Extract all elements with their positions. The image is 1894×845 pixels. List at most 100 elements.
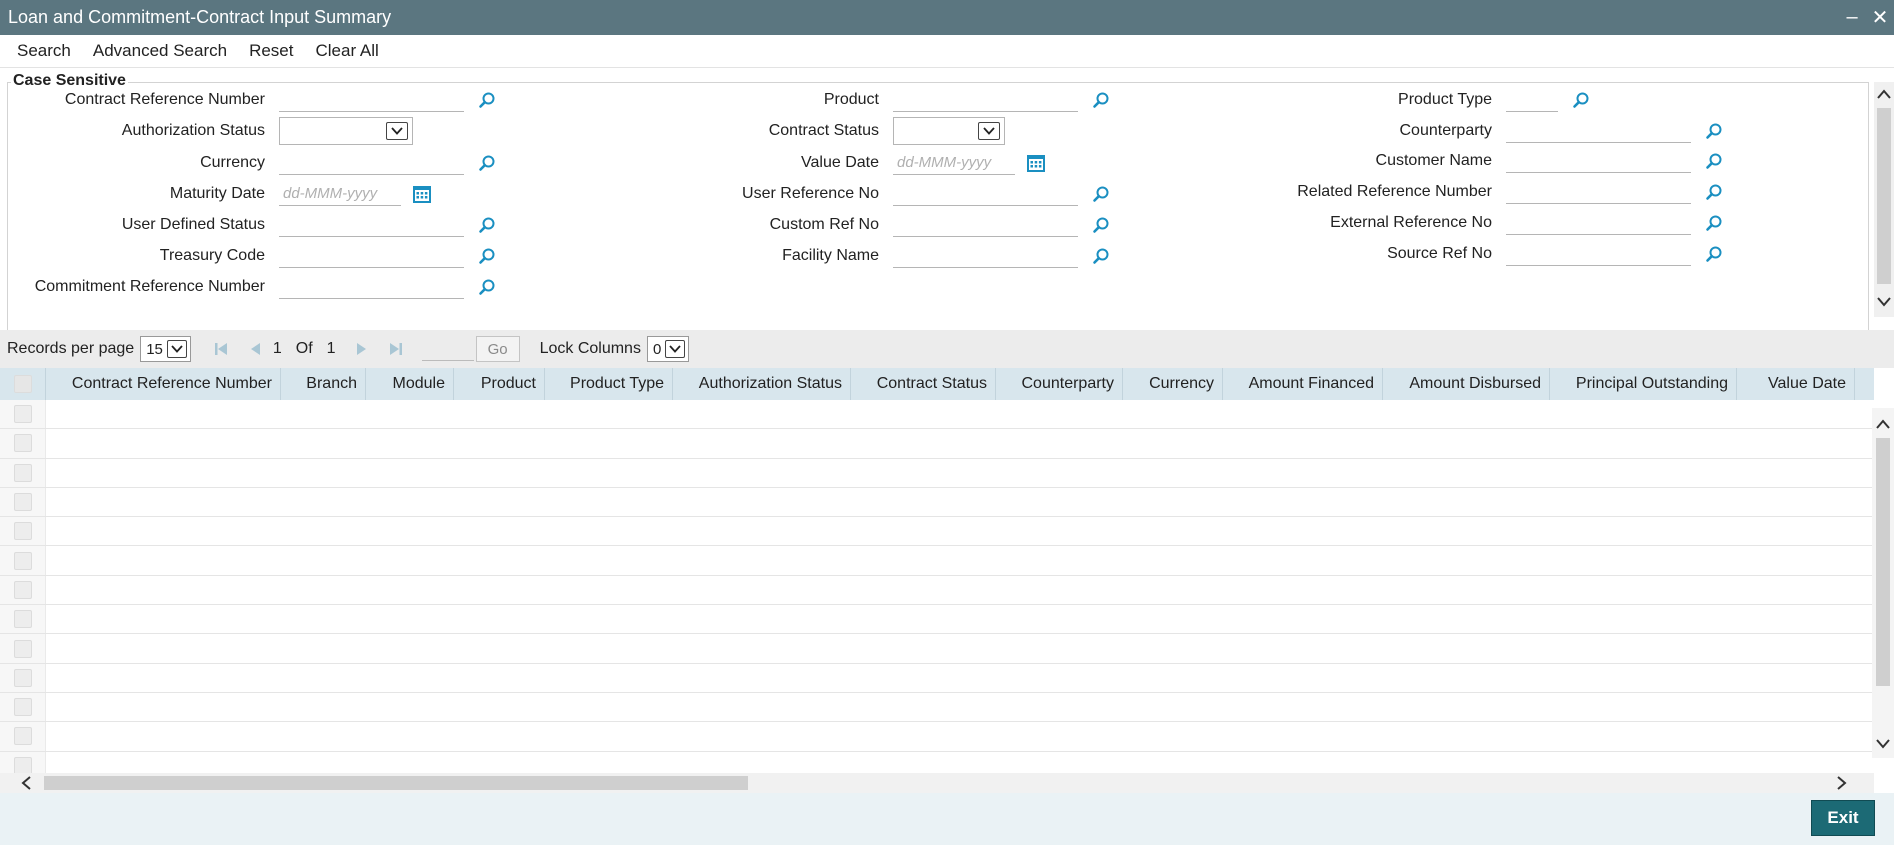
table-row[interactable] (0, 400, 1872, 430)
column-header[interactable]: Counterparty (996, 368, 1123, 400)
search-icon[interactable] (476, 214, 498, 236)
scrollbar-thumb[interactable] (1877, 108, 1891, 284)
table-row[interactable] (0, 634, 1872, 664)
commitment-ref-input[interactable] (279, 275, 464, 299)
search-icon[interactable] (1703, 120, 1725, 142)
related-ref-input[interactable] (1506, 180, 1691, 204)
counterparty-input[interactable] (1506, 119, 1691, 143)
row-checkbox[interactable] (13, 610, 32, 629)
column-header[interactable]: Principal Outstanding (1550, 368, 1737, 400)
select-all-checkbox[interactable] (13, 375, 32, 393)
auth-status-select[interactable] (279, 117, 413, 145)
row-checkbox[interactable] (13, 756, 32, 775)
search-icon[interactable] (1703, 212, 1725, 234)
column-header[interactable]: Module (366, 368, 454, 400)
user-ref-no-input[interactable] (893, 182, 1078, 206)
currency-input[interactable] (279, 151, 464, 175)
row-checkbox[interactable] (13, 463, 32, 482)
scrollbar-thumb[interactable] (1876, 438, 1890, 686)
product-input[interactable] (893, 88, 1078, 112)
chevron-down-icon (665, 340, 686, 358)
reset-button[interactable]: Reset (238, 41, 304, 61)
lock-columns-select[interactable]: 0 (646, 336, 690, 362)
treasury-code-input[interactable] (279, 244, 464, 268)
table-row[interactable] (0, 663, 1872, 693)
product-type-input[interactable] (1506, 88, 1558, 112)
calendar-icon[interactable] (1025, 152, 1047, 174)
exit-button[interactable]: Exit (1811, 800, 1875, 836)
search-icon[interactable] (476, 276, 498, 298)
row-checkbox[interactable] (13, 493, 32, 512)
records-per-page-select[interactable]: 15 (140, 336, 191, 362)
table-row[interactable] (0, 575, 1872, 606)
table-row[interactable] (0, 722, 1872, 752)
column-header[interactable]: Amount Disbursed (1383, 368, 1550, 400)
row-checkbox[interactable] (13, 698, 32, 717)
search-icon[interactable] (476, 89, 498, 111)
scrollbar-thumb[interactable] (44, 776, 748, 790)
row-counterparty: Counterparty (1100, 119, 1725, 143)
table-row[interactable] (0, 751, 1872, 775)
facility-name-input[interactable] (893, 244, 1078, 268)
column-header[interactable]: Branch (281, 368, 366, 400)
source-ref-input[interactable] (1506, 242, 1691, 266)
contract-status-select[interactable] (893, 117, 1005, 145)
table-row[interactable] (0, 429, 1872, 459)
row-checkbox[interactable] (13, 434, 32, 453)
go-button[interactable]: Go (475, 336, 520, 362)
grid-vertical-scrollbar[interactable] (1872, 408, 1894, 758)
search-icon[interactable] (476, 152, 498, 174)
column-header[interactable]: Currency (1123, 368, 1223, 400)
table-row[interactable] (0, 692, 1872, 723)
clear-all-button[interactable]: Clear All (305, 41, 390, 61)
column-header[interactable]: Contract Status (851, 368, 996, 400)
chevron-up-icon[interactable] (1876, 86, 1892, 102)
column-header[interactable]: Value Date (1737, 368, 1855, 400)
table-row[interactable] (0, 487, 1872, 518)
chevron-up-icon[interactable] (1875, 416, 1891, 432)
row-checkbox[interactable] (13, 639, 32, 658)
search-icon[interactable] (1703, 150, 1725, 172)
previous-page-icon[interactable] (245, 339, 265, 359)
row-checkbox[interactable] (13, 522, 32, 541)
row-checkbox[interactable] (13, 727, 32, 746)
custom-ref-no-input[interactable] (893, 213, 1078, 237)
column-header[interactable]: Amount Financed (1223, 368, 1383, 400)
external-ref-input[interactable] (1506, 211, 1691, 235)
minimize-button[interactable]: ‒ (1838, 6, 1866, 29)
customer-name-input[interactable] (1506, 149, 1691, 173)
table-row[interactable] (0, 605, 1872, 635)
page-number-input[interactable] (421, 337, 474, 361)
search-panel-scrollbar[interactable] (1874, 82, 1894, 317)
table-row[interactable] (0, 546, 1872, 576)
close-button[interactable]: ✕ (1866, 5, 1894, 30)
search-icon[interactable] (1703, 243, 1725, 265)
row-checkbox[interactable] (13, 405, 32, 424)
chevron-down-icon[interactable] (1876, 294, 1892, 310)
column-header[interactable]: Contract Reference Number (46, 368, 281, 400)
table-row[interactable] (0, 458, 1872, 488)
search-icon[interactable] (1570, 89, 1592, 111)
grid-horizontal-scrollbar[interactable] (0, 773, 1874, 793)
table-row[interactable] (0, 517, 1872, 547)
maturity-date-input[interactable] (279, 182, 401, 206)
value-date-input[interactable] (893, 151, 1015, 175)
column-header[interactable]: Product Type (545, 368, 673, 400)
row-checkbox[interactable] (13, 668, 32, 687)
next-page-icon[interactable] (352, 339, 372, 359)
advanced-search-button[interactable]: Advanced Search (82, 41, 238, 61)
last-page-icon[interactable] (386, 339, 406, 359)
column-header[interactable]: Authorization Status (673, 368, 851, 400)
custom-ref-no-label: Custom Ref No (769, 216, 879, 233)
search-icon[interactable] (476, 245, 498, 267)
row-checkbox[interactable] (13, 551, 32, 570)
chevron-down-icon[interactable] (1875, 736, 1891, 752)
search-button[interactable]: Search (6, 41, 82, 61)
calendar-icon[interactable] (411, 183, 433, 205)
first-page-icon[interactable] (211, 339, 231, 359)
user-defined-status-input[interactable] (279, 213, 464, 237)
column-header[interactable]: Product (454, 368, 545, 400)
row-checkbox[interactable] (13, 580, 32, 599)
contract-ref-input[interactable] (279, 88, 464, 112)
search-icon[interactable] (1703, 181, 1725, 203)
